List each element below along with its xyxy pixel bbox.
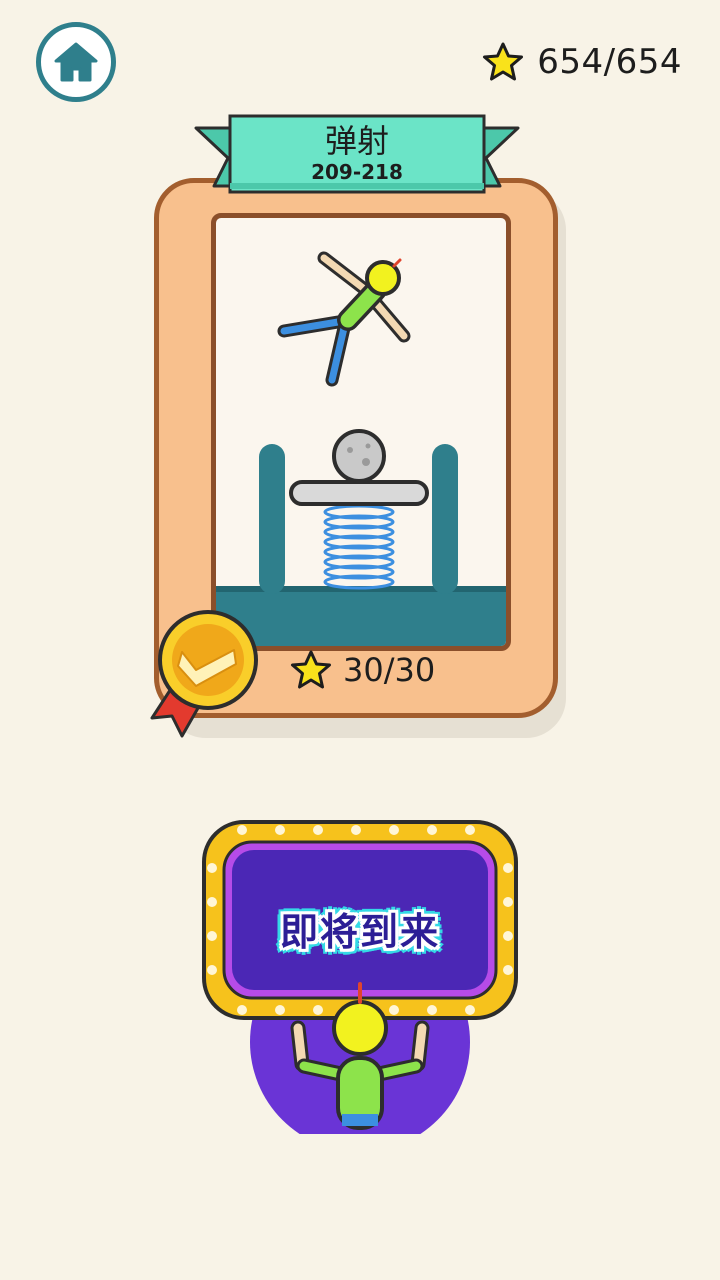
level-illustration <box>216 251 506 646</box>
house-icon <box>54 42 98 82</box>
level-stars: 30/30 <box>289 645 435 695</box>
total-stars-value: 654/654 <box>537 42 682 82</box>
ragdoll-figure <box>277 251 411 387</box>
star-icon <box>483 42 524 81</box>
level-range: 209-218 <box>311 160 403 184</box>
star-icon <box>291 650 331 689</box>
coming-soon-label: 即将到来 <box>279 909 440 954</box>
level-preview <box>211 213 511 651</box>
completed-medal <box>148 608 264 748</box>
level-title: 弹射 <box>324 122 389 160</box>
total-stars-counter: 654/654 <box>481 40 682 84</box>
level-title-ribbon: 弹射 209-218 <box>192 112 522 208</box>
checkmark-medal-icon <box>150 610 258 738</box>
coming-soon-board <box>198 818 522 1152</box>
home-button[interactable] <box>36 22 116 102</box>
level-stars-value: 30/30 <box>343 651 436 689</box>
